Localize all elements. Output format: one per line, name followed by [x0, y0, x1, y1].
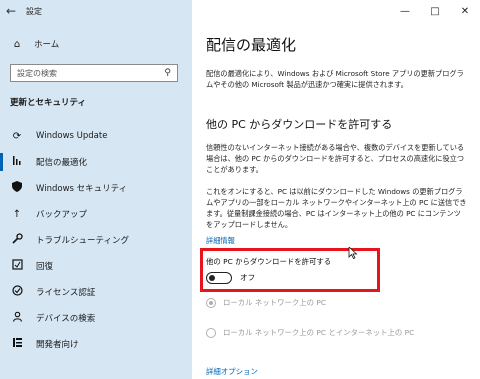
window-controls: — □ ✕	[390, 0, 480, 22]
sidebar-item-label: 開発者向け	[36, 340, 79, 350]
delivery-optimization-icon	[10, 155, 24, 169]
radio-indicator	[206, 327, 216, 338]
person-pin-icon	[10, 311, 24, 325]
app-title: 設定	[26, 6, 42, 16]
sidebar-item-activation[interactable]: ライセンス認証	[0, 279, 192, 305]
sidebar-item-label: Windows セキュリティ	[36, 184, 128, 194]
sidebar-item-windows-security[interactable]: Windows セキュリティ	[0, 175, 192, 201]
sidebar-item-label: トラブルシューティング	[36, 236, 129, 246]
paragraph-info: 信頼性のないインターネット接続がある場合や、複数のデバイスを更新している場合は、…	[206, 143, 465, 174]
check-circle-icon	[10, 285, 24, 299]
backup-arrow-icon: ↑	[12, 208, 22, 220]
wrench-icon	[10, 233, 24, 247]
sidebar-item-label: 配信の最適化	[36, 158, 88, 168]
sidebar-item-recovery[interactable]: 回復	[0, 253, 192, 279]
home-link[interactable]: ⌂ ホーム	[10, 38, 60, 51]
radio-indicator	[206, 297, 216, 308]
sidebar-item-label: バックアップ	[36, 210, 88, 220]
home-label: ホーム	[34, 40, 60, 50]
settings-window: ← 設定 ⌂ ホーム 設定の検索 ⚲ 更新とセキュリティ ⟳ Windows U…	[0, 0, 480, 379]
page-title: 配信の最適化	[206, 36, 297, 54]
toggle-state: オフ	[240, 273, 256, 282]
sidebar-item-developers[interactable]: 開発者向け	[0, 331, 192, 357]
sidebar-item-troubleshoot[interactable]: トラブルシューティング	[0, 227, 192, 253]
radio-label: ローカル ネットワーク上の PC	[223, 298, 327, 307]
recovery-icon	[10, 259, 24, 273]
allow-downloads-toggle[interactable]	[206, 272, 232, 284]
maximize-icon[interactable]: □	[420, 0, 450, 22]
radio-label: ローカル ネットワーク上の PC とインターネット上の PC	[223, 328, 415, 337]
shield-icon	[10, 181, 24, 195]
search-input[interactable]: 設定の検索 ⚲	[10, 64, 178, 82]
section-heading: 他の PC からダウンロードを許可する	[206, 118, 393, 131]
minimize-icon[interactable]: —	[390, 0, 420, 22]
title-bar: ← 設定	[0, 0, 192, 22]
sidebar-item-label: デバイスの検索	[36, 314, 96, 324]
details-link[interactable]: 詳細情報	[206, 236, 235, 246]
sidebar-item-label: Windows Update	[36, 131, 108, 141]
home-icon: ⌂	[13, 38, 21, 50]
sidebar-nav: ⟳ Windows Update 配信の最適化 Windows セキュリティ ↑…	[0, 123, 192, 357]
sidebar-item-label: 回復	[36, 262, 54, 272]
main-pane: — □ ✕ 配信の最適化 配信の最適化により、Windows および Micro…	[192, 0, 480, 379]
sync-icon: ⟳	[12, 130, 22, 142]
developer-icon	[10, 337, 24, 351]
section-title: 更新とセキュリティ	[10, 98, 86, 108]
sidebar-item-windows-update[interactable]: ⟳ Windows Update	[0, 123, 192, 149]
page-description: 配信の最適化により、Windows および Microsoft Store アプ…	[206, 69, 464, 89]
mouse-cursor-icon	[348, 247, 358, 259]
radio-local-and-internet[interactable]: ローカル ネットワーク上の PC とインターネット上の PC	[206, 327, 414, 338]
sidebar-item-delivery-optimization[interactable]: 配信の最適化	[0, 149, 192, 175]
arrow-left-icon[interactable]: ←	[0, 0, 22, 22]
close-icon[interactable]: ✕	[450, 0, 480, 22]
toggle-label: 他の PC からダウンロードを許可する	[206, 257, 332, 266]
sidebar-item-find-device[interactable]: デバイスの検索	[0, 305, 192, 331]
toggle-knob	[209, 274, 215, 281]
radio-local-network[interactable]: ローカル ネットワーク上の PC	[206, 297, 326, 308]
sidebar: ← 設定 ⌂ ホーム 設定の検索 ⚲ 更新とセキュリティ ⟳ Windows U…	[0, 0, 192, 379]
sidebar-item-label: ライセンス認証	[36, 288, 96, 298]
search-placeholder: 設定の検索	[17, 68, 57, 78]
advanced-options-link[interactable]: 詳細オプション	[206, 366, 258, 377]
sidebar-item-backup[interactable]: ↑ バックアップ	[0, 201, 192, 227]
search-icon[interactable]: ⚲	[164, 68, 171, 78]
paragraph-details: これをオンにすると、PC は以前にダウンロードした Windows の更新プログ…	[206, 187, 467, 229]
